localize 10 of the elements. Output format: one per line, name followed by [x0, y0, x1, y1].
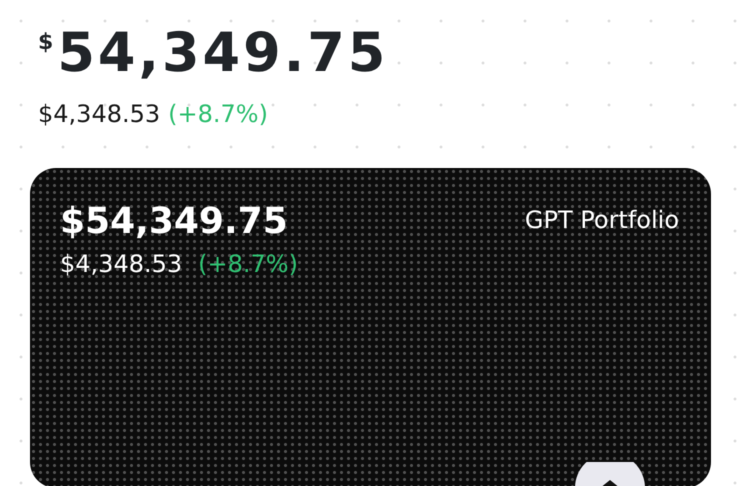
- portfolio-amount: $54,349.75: [60, 202, 289, 242]
- portfolio-change-amount: $4,348.53: [60, 248, 182, 280]
- change-percent: (+8.7%): [168, 99, 268, 130]
- portfolio-card[interactable]: $54,349.75 $4,348.53 (+8.7%) GPT Portfolio: [30, 168, 711, 486]
- balance-amount: 54,349.75: [57, 26, 388, 80]
- change-amount: $4,348.53: [38, 99, 160, 130]
- portfolio-change-percent: (+8.7%): [198, 248, 298, 280]
- portfolio-name: GPT Portfolio: [524, 205, 679, 236]
- currency-symbol: $: [38, 32, 54, 54]
- logo-icon: [573, 462, 647, 486]
